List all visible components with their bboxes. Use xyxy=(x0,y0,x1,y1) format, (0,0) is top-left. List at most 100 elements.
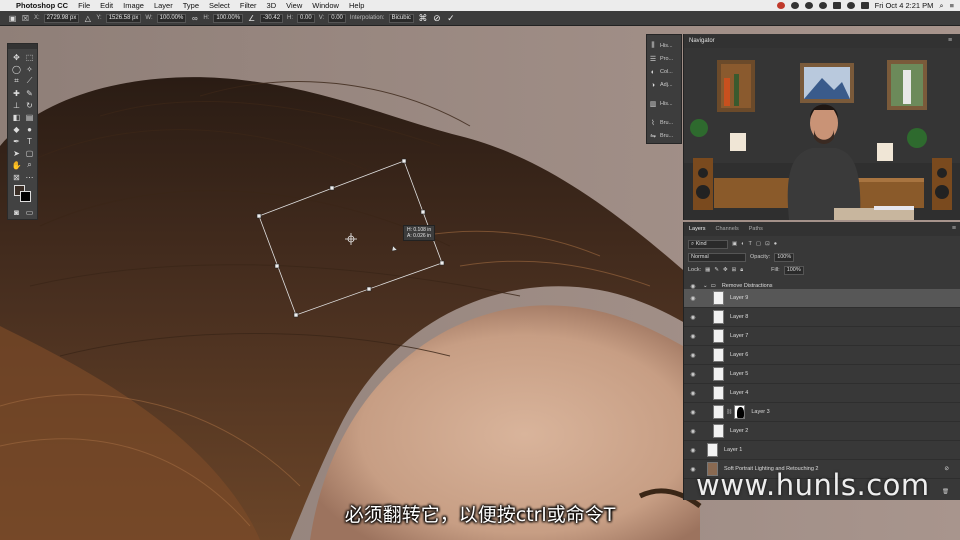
pen-tool-icon[interactable]: ✒ xyxy=(11,136,22,146)
marquee-tool-icon[interactable]: ⬚ xyxy=(24,52,35,62)
eyedropper-tool-icon[interactable]: ⟋ xyxy=(24,76,35,86)
eraser-tool-icon[interactable]: ◧ xyxy=(11,112,22,122)
brush-settings-panel-button[interactable]: ⇋ Bru... xyxy=(649,130,682,142)
menu-type[interactable]: Type xyxy=(183,1,199,10)
blur-tool-icon[interactable]: ◆ xyxy=(11,124,22,134)
layer-row[interactable]: ◉ Layer 4 xyxy=(684,384,960,403)
status-app-icon[interactable] xyxy=(804,2,813,9)
lock-position-icon[interactable]: ✥ xyxy=(723,267,728,273)
y-field[interactable]: 1526.58 px xyxy=(105,13,142,23)
menu-window[interactable]: Window xyxy=(312,1,339,10)
visibility-eye-icon[interactable]: ◉ xyxy=(687,371,699,378)
mask-link-icon[interactable]: ⛓ xyxy=(726,409,732,415)
height-field[interactable]: 100.00% xyxy=(213,13,244,23)
menubar-clock[interactable]: Fri Oct 4 2:21 PM xyxy=(875,1,934,10)
background-color-swatch[interactable] xyxy=(20,191,31,202)
width-field[interactable]: 100.00% xyxy=(156,13,187,23)
histogram-panel-button[interactable]: ⫼ His... xyxy=(649,40,682,52)
layer-row[interactable]: ◉ Layer 1 xyxy=(684,441,960,460)
panel-grip[interactable] xyxy=(8,44,37,49)
zoom-tool-icon[interactable]: ⌕ xyxy=(24,160,35,170)
menu-select[interactable]: Select xyxy=(209,1,230,10)
brush-tool-icon[interactable]: ✎ xyxy=(24,88,35,98)
color-panel-button[interactable]: ◐ Col... xyxy=(649,66,682,78)
filter-kind-select[interactable]: ⌕ Kind xyxy=(688,239,728,249)
layer-mask-thumbnail[interactable] xyxy=(734,405,746,419)
menu-help[interactable]: Help xyxy=(349,1,364,10)
link-icon[interactable]: ∞ xyxy=(190,14,199,23)
panel-menu-icon[interactable]: ≡ xyxy=(952,225,956,232)
layer-row[interactable]: ◉ ⛓ Layer 3 xyxy=(684,403,960,422)
clone-stamp-tool-icon[interactable]: ⊥ xyxy=(11,100,22,110)
fill-field[interactable]: 100% xyxy=(783,265,804,275)
status-app-icon[interactable] xyxy=(818,2,827,9)
angle-field[interactable]: -30.42 xyxy=(260,13,284,23)
gradient-tool-icon[interactable]: ▤ xyxy=(24,112,35,122)
menu-view[interactable]: View xyxy=(286,1,302,10)
path-selection-tool-icon[interactable]: ➤ xyxy=(11,148,22,158)
menu-list-icon[interactable]: ≡ xyxy=(950,1,954,10)
screen-mode-icon[interactable]: ▭ xyxy=(24,207,35,217)
layer-row[interactable]: ◉ Layer 8 xyxy=(684,308,960,327)
visibility-eye-icon[interactable]: ◉ xyxy=(687,428,699,435)
shape-tool-icon[interactable]: ▢ xyxy=(24,148,35,158)
healing-brush-tool-icon[interactable]: ✚ xyxy=(11,88,22,98)
type-tool-icon[interactable]: T xyxy=(24,136,35,146)
lock-all-icon[interactable]: 🔒︎ xyxy=(740,267,743,274)
visibility-eye-icon[interactable]: ◉ xyxy=(687,390,699,397)
interpolation-select[interactable]: Bicubic xyxy=(388,13,414,23)
lock-image-icon[interactable]: ✎ xyxy=(714,267,719,273)
menu-filter[interactable]: Filter xyxy=(240,1,257,10)
properties-panel-button[interactable]: ☰ Pro... xyxy=(649,53,682,65)
visibility-eye-icon[interactable]: ◉ xyxy=(687,295,699,302)
visibility-eye-icon[interactable]: ◉ xyxy=(687,333,699,340)
tab-channels[interactable]: Channels xyxy=(716,226,739,232)
status-app-icon[interactable] xyxy=(790,2,799,9)
lock-artboard-icon[interactable]: ⊞ xyxy=(732,267,737,273)
warp-mode-icon[interactable]: ⌘ xyxy=(418,13,428,23)
delete-layer-icon[interactable]: 🗑︎ xyxy=(942,489,949,495)
menu-file[interactable]: File xyxy=(78,1,90,10)
filter-pixel-icon[interactable]: ▣ xyxy=(732,241,737,247)
brush-panel-button[interactable]: ⌇ Bru... xyxy=(649,117,682,129)
lasso-tool-icon[interactable]: ◯ xyxy=(11,64,22,74)
vskew-field[interactable]: 0.00 xyxy=(328,13,346,23)
battery-icon[interactable] xyxy=(860,2,869,9)
edit-toolbar-icon[interactable]: ⊠ xyxy=(11,172,22,182)
move-tool-icon[interactable]: ✥ xyxy=(11,52,22,62)
filter-adjustment-icon[interactable]: ◐ xyxy=(741,241,744,247)
quick-mask-icon[interactable]: ◙ xyxy=(11,207,22,217)
reference-point-grid-icon[interactable]: ☒ xyxy=(21,14,30,23)
app-name[interactable]: Photoshop CC xyxy=(16,1,68,10)
layer-row[interactable]: ◉ Layer 2 xyxy=(684,422,960,441)
layer-row[interactable]: ◉ Layer 6 xyxy=(684,346,960,365)
navigator-title[interactable]: Navigator xyxy=(689,38,715,44)
menu-3d[interactable]: 3D xyxy=(267,1,277,10)
layer-row[interactable]: ◉ Layer 9 xyxy=(684,289,960,308)
tab-paths[interactable]: Paths xyxy=(749,226,763,232)
crop-tool-icon[interactable]: ⌗ xyxy=(11,76,22,86)
adjustments-panel-button[interactable]: ◑ Adj... xyxy=(649,79,682,91)
move-tool-icon[interactable]: ▣ xyxy=(8,14,17,23)
panel-menu-icon[interactable]: ≡ xyxy=(948,37,956,44)
blend-mode-select[interactable]: Normal xyxy=(688,252,746,262)
visibility-eye-icon[interactable]: ◉ xyxy=(687,352,699,359)
commit-transform-icon[interactable]: ✓ xyxy=(446,13,456,23)
layer-row[interactable]: ◉ Layer 5 xyxy=(684,365,960,384)
filter-type-icon[interactable]: T xyxy=(749,241,752,247)
status-app-icon[interactable] xyxy=(832,2,841,9)
search-icon[interactable]: ⌕ xyxy=(939,1,943,11)
more-tools-icon[interactable]: ⋯ xyxy=(24,172,35,182)
hand-tool-icon[interactable]: ✋ xyxy=(11,160,22,170)
menu-edit[interactable]: Edit xyxy=(100,1,113,10)
tab-layers[interactable]: Layers xyxy=(689,226,706,232)
navigator-thumbnail[interactable] xyxy=(684,48,960,220)
filter-shape-icon[interactable]: ▢ xyxy=(756,241,761,247)
x-field[interactable]: 2729.98 px xyxy=(43,13,80,23)
dodge-tool-icon[interactable]: ● xyxy=(24,124,35,134)
wifi-icon[interactable] xyxy=(846,2,855,9)
menu-image[interactable]: Image xyxy=(123,1,144,10)
layer-row[interactable]: ◉ Layer 7 xyxy=(684,327,960,346)
lock-transparent-icon[interactable]: ▦ xyxy=(705,267,710,273)
hskew-field[interactable]: 0.00 xyxy=(297,13,315,23)
